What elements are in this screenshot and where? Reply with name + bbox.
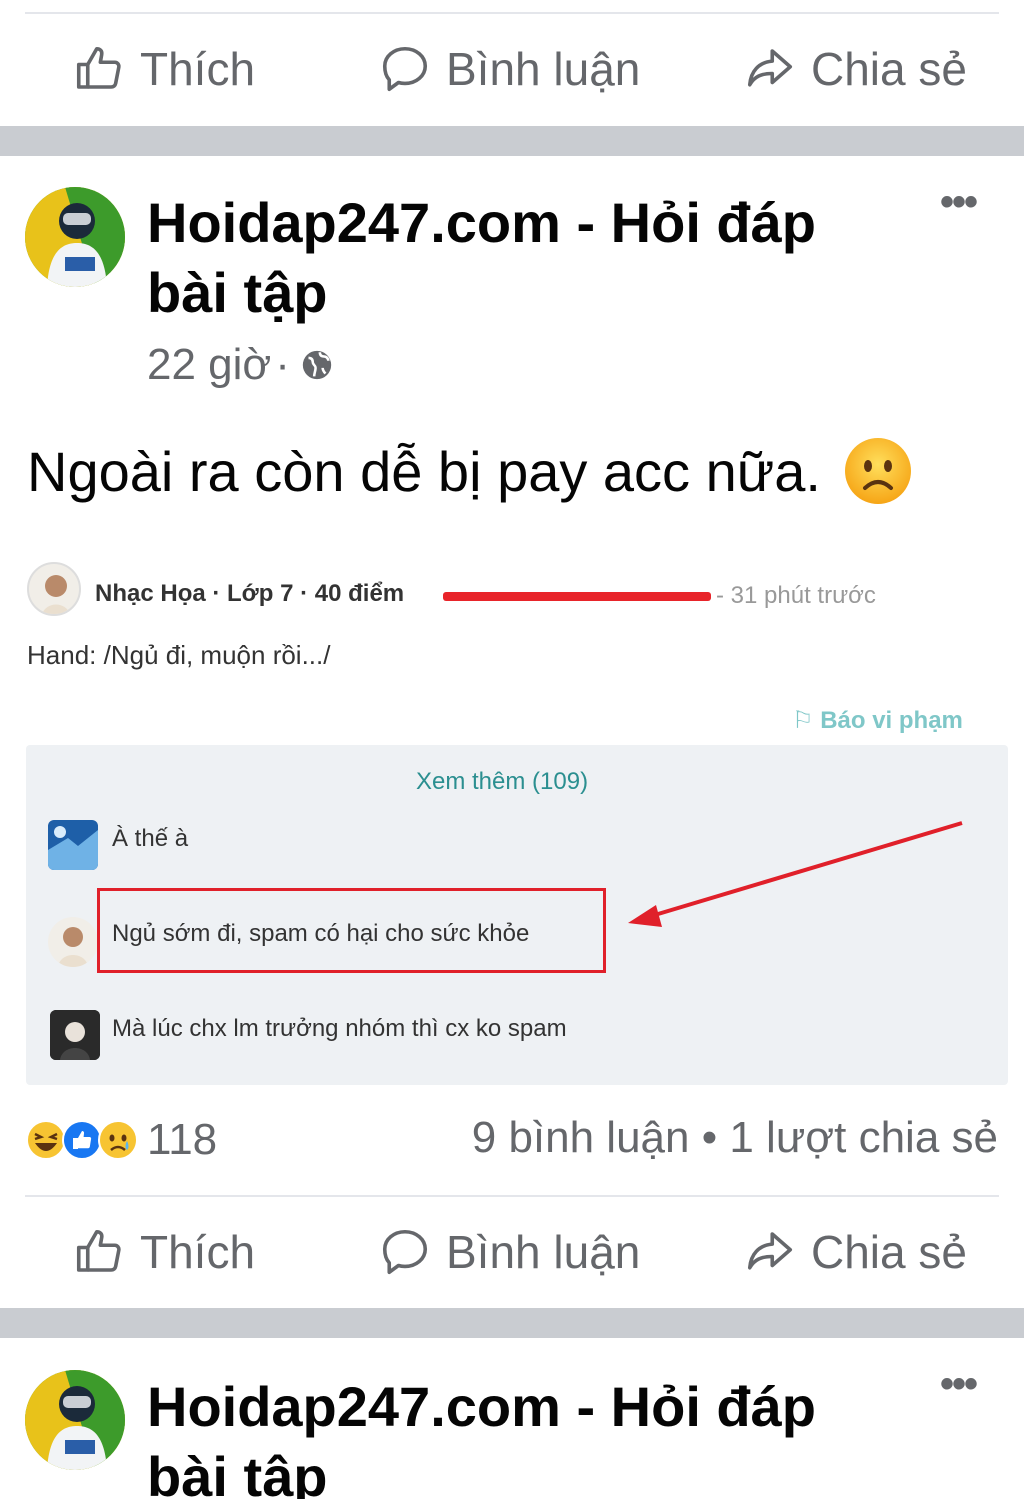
redacted-scribble [443, 592, 711, 601]
top-divider [25, 12, 999, 14]
share-label: Chia sẻ [811, 43, 967, 95]
post-text-content: Ngoài ra còn dễ bị pay acc nữa. [27, 439, 821, 503]
embed-user-line: Nhạc Họa · Lớp 7 · 40 điểm [95, 580, 405, 607]
meta-separator: · [275, 340, 290, 389]
reaction-count: 118 [147, 1115, 218, 1164]
comment-avatar-1 [48, 820, 98, 870]
post-stats[interactable]: 9 bình luận • 1 lượt chia sẻ [472, 1113, 998, 1163]
thumbs-up-icon [76, 1229, 121, 1272]
share-button[interactable]: Chia sẻ [743, 42, 967, 96]
comment-text-3: Mà lúc chx lm trưởng nhóm thì cx ko spam [112, 1015, 567, 1042]
page-avatar-2[interactable] [25, 1370, 125, 1470]
embed-content: Hand: /Ngủ đi, muộn rồi.../ [27, 640, 331, 670]
embed-user-avatar [27, 562, 81, 616]
post-text: Ngoài ra còn dễ bị pay acc nữa. [27, 436, 913, 506]
share-arrow-icon [747, 49, 793, 87]
flag-icon: ⚐ [792, 707, 821, 734]
comment-text-1: À thế à [112, 825, 189, 852]
embed-time: - 31 phút trước [716, 582, 876, 609]
comment-label: Bình luận [446, 43, 641, 95]
reactions-summary[interactable]: 118 [25, 1115, 217, 1165]
like-label: Thích [140, 43, 256, 95]
share-arrow-icon [747, 1232, 793, 1270]
page-name[interactable]: Hoidap247.com - Hỏi đáp bài tập [147, 188, 907, 328]
report-label: Báo vi phạm [820, 707, 963, 734]
highlight-box [97, 888, 606, 973]
post-meta: 22 giờ · [147, 340, 334, 390]
speech-bubble-icon [382, 1229, 428, 1275]
like-button-2[interactable]: Thích [72, 1225, 255, 1279]
speech-bubble-icon [382, 46, 428, 92]
comment-avatar-3 [50, 1010, 100, 1060]
globe-icon [302, 350, 332, 380]
avatar-image [25, 187, 125, 287]
page-name-2[interactable]: Hoidap247.com - Hỏi đáp bài tập [147, 1372, 907, 1499]
report-link: ⚐ Báo vi phạm [792, 706, 963, 735]
share-label: Chia sẻ [811, 1226, 967, 1278]
sad-face-emoji-icon [844, 438, 911, 504]
red-arrow-annotation [628, 821, 963, 927]
share-button-2[interactable]: Chia sẻ [743, 1225, 967, 1279]
like-label: Thích [140, 1226, 256, 1278]
comment-avatar-2 [48, 917, 98, 967]
comment-label: Bình luận [446, 1226, 641, 1278]
like-button[interactable]: Thích [72, 42, 255, 96]
more-options-icon[interactable]: ••• [940, 180, 978, 225]
stats-divider [25, 1195, 999, 1197]
comment-button[interactable]: Bình luận [378, 42, 640, 96]
post-time[interactable]: 22 giờ [147, 340, 271, 390]
see-more-link: Xem thêm (109) [416, 768, 589, 795]
page-avatar[interactable] [25, 187, 125, 287]
comment-button-2[interactable]: Bình luận [378, 1225, 640, 1279]
feed-separator-2 [0, 1308, 1024, 1338]
sad-reaction-icon [98, 1120, 138, 1160]
more-options-icon[interactable]: ••• [940, 1362, 978, 1407]
feed-separator [0, 126, 1024, 156]
thumbs-up-icon [76, 46, 121, 89]
avatar-image [25, 1370, 125, 1470]
